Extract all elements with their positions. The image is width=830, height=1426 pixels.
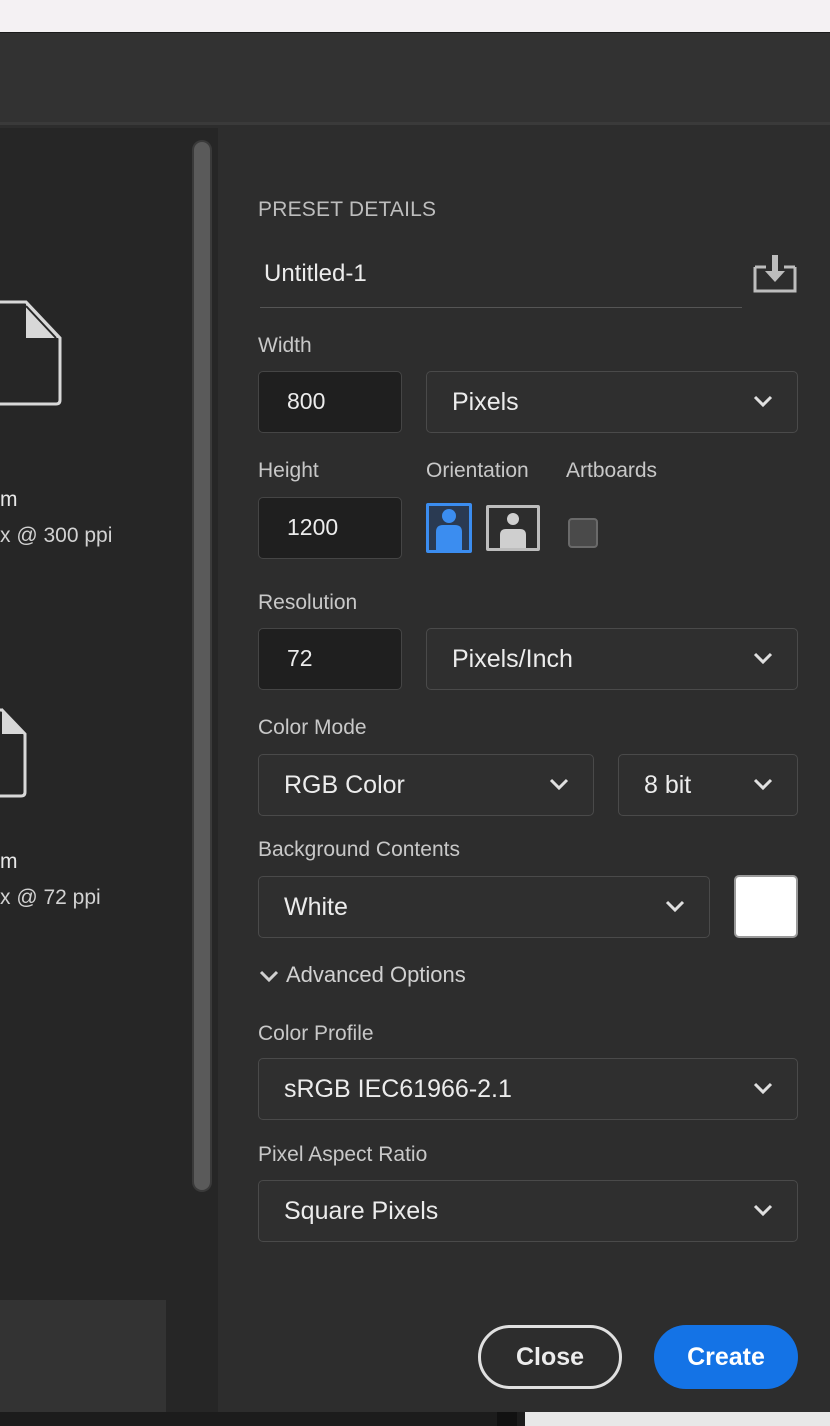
section-title: PRESET DETAILS [258, 198, 437, 221]
preset-detail: x @ 300 ppi [0, 524, 113, 547]
portrait-person-icon [436, 509, 462, 550]
resolution-label: Resolution [258, 591, 358, 614]
bottom-strip-light [525, 1412, 830, 1426]
chevron-down-icon [753, 1204, 773, 1217]
preset-footer [0, 1300, 166, 1415]
chevron-down-icon [753, 778, 773, 791]
advanced-options-toggle[interactable]: Advanced Options [258, 962, 466, 988]
artboards-label: Artboards [566, 459, 658, 482]
landscape-orientation-button[interactable] [486, 505, 540, 551]
preset-details-panel: PRESET DETAILS Untitled-1 Width 800 Pixe… [218, 128, 830, 1413]
artboards-checkbox[interactable] [568, 518, 598, 548]
color-mode-label: Color Mode [258, 716, 367, 739]
bit-depth-value: 8 bit [644, 771, 692, 799]
bottom-strip-divider [497, 1412, 517, 1426]
preset-name[interactable]: m [0, 488, 18, 512]
color-profile-value: sRGB IEC61966-2.1 [284, 1075, 512, 1103]
preset-name[interactable]: m [0, 850, 18, 874]
document-name-input[interactable]: Untitled-1 [264, 260, 367, 288]
background-contents-value: White [284, 893, 348, 921]
background-contents-label: Background Contents [258, 838, 460, 861]
height-input[interactable]: 1200 [258, 497, 402, 559]
resolution-unit-select[interactable]: Pixels/Inch [426, 628, 798, 690]
resolution-unit-value: Pixels/Inch [452, 645, 573, 673]
background-contents-select[interactable]: White [258, 876, 710, 938]
width-unit-select[interactable]: Pixels [426, 371, 798, 433]
preset-detail: x @ 72 ppi [0, 886, 101, 909]
height-label: Height [258, 459, 319, 482]
chevron-down-icon [665, 900, 685, 913]
color-profile-label: Color Profile [258, 1022, 374, 1045]
pixel-aspect-ratio-value: Square Pixels [284, 1197, 439, 1225]
chevron-down-icon [753, 652, 773, 665]
portrait-orientation-button[interactable] [426, 503, 472, 553]
preset-list-panel: m x @ 300 ppi m x @ 72 ppi [0, 128, 218, 1415]
preset-scrollbar[interactable] [192, 140, 212, 1192]
advanced-options-label: Advanced Options [286, 962, 466, 987]
chevron-down-icon [259, 971, 279, 983]
background-color-swatch[interactable] [734, 875, 798, 938]
resolution-input[interactable]: 72 [258, 628, 402, 690]
orientation-label: Orientation [426, 459, 529, 482]
bit-depth-select[interactable]: 8 bit [618, 754, 798, 816]
color-mode-value: RGB Color [284, 771, 405, 799]
pixel-aspect-ratio-label: Pixel Aspect Ratio [258, 1143, 428, 1166]
width-input[interactable]: 800 [258, 371, 402, 433]
document-name-underline [260, 307, 742, 308]
chevron-down-icon [753, 395, 773, 408]
color-mode-select[interactable]: RGB Color [258, 754, 594, 816]
create-button[interactable]: Create [654, 1325, 798, 1389]
landscape-person-icon [500, 513, 526, 548]
save-preset-icon[interactable] [752, 255, 798, 295]
width-label: Width [258, 334, 312, 357]
width-unit-value: Pixels [452, 388, 519, 416]
title-strip [0, 0, 830, 32]
bottom-strip [0, 1412, 830, 1426]
chevron-down-icon [753, 1082, 773, 1095]
pixel-aspect-ratio-select[interactable]: Square Pixels [258, 1180, 798, 1242]
new-document-dialog: m x @ 300 ppi m x @ 72 ppi PRESET DETAIL… [0, 32, 830, 1415]
dialog-header [0, 33, 830, 125]
close-button[interactable]: Close [478, 1325, 622, 1389]
document-icon[interactable] [0, 300, 66, 406]
scrollbar-thumb[interactable] [194, 142, 210, 1190]
chevron-down-icon [549, 778, 569, 791]
color-profile-select[interactable]: sRGB IEC61966-2.1 [258, 1058, 798, 1120]
document-icon[interactable] [0, 706, 28, 798]
